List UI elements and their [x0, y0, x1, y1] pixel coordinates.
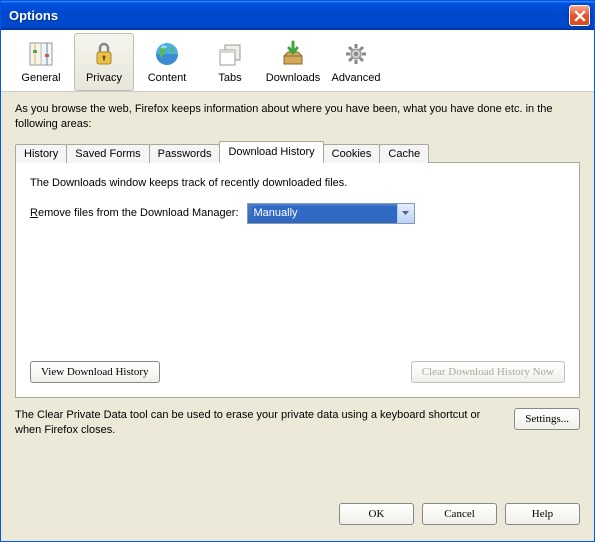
dialog-buttons: OK Cancel Help: [1, 491, 594, 541]
clear-private-data-row: The Clear Private Data tool can be used …: [15, 398, 580, 438]
remove-files-label: Remove files from the Download Manager:: [30, 207, 239, 219]
panel-footer: View Download History Clear Download His…: [30, 361, 565, 383]
general-icon: [25, 38, 57, 70]
tab-history[interactable]: History: [15, 144, 67, 163]
window-title: Options: [9, 8, 569, 23]
close-icon: [574, 10, 586, 22]
remove-files-row: Remove files from the Download Manager: …: [30, 203, 565, 224]
downloads-icon: [277, 38, 309, 70]
category-toolbar: General Privacy Content Tabs Downloads: [1, 30, 594, 92]
ok-button[interactable]: OK: [339, 503, 414, 525]
settings-button[interactable]: Settings...: [514, 408, 580, 430]
tab-cookies[interactable]: Cookies: [323, 144, 381, 163]
toolbar-advanced[interactable]: Advanced: [326, 33, 386, 91]
download-history-panel: The Downloads window keeps track of rece…: [15, 162, 580, 398]
tab-cache[interactable]: Cache: [379, 144, 429, 163]
intro-text: As you browse the web, Firefox keeps inf…: [15, 102, 580, 132]
tab-saved-forms[interactable]: Saved Forms: [66, 144, 149, 163]
privacy-tabs: History Saved Forms Passwords Download H…: [15, 142, 580, 163]
toolbar-general[interactable]: General: [11, 33, 71, 91]
titlebar: Options: [1, 1, 594, 30]
privacy-icon: [88, 38, 120, 70]
content-icon: [151, 38, 183, 70]
tab-download-history[interactable]: Download History: [219, 141, 323, 163]
toolbar-general-label: General: [21, 72, 60, 84]
chevron-down-icon: [397, 204, 414, 223]
toolbar-downloads[interactable]: Downloads: [263, 33, 323, 91]
remove-files-select[interactable]: Manually: [247, 203, 415, 224]
help-button[interactable]: Help: [505, 503, 580, 525]
toolbar-tabs[interactable]: Tabs: [200, 33, 260, 91]
clear-private-data-note: The Clear Private Data tool can be used …: [15, 408, 504, 438]
toolbar-downloads-label: Downloads: [266, 72, 320, 84]
toolbar-privacy[interactable]: Privacy: [74, 33, 134, 91]
close-button[interactable]: [569, 5, 590, 26]
options-window: Options General Privacy Content: [0, 0, 595, 542]
toolbar-advanced-label: Advanced: [332, 72, 381, 84]
toolbar-content[interactable]: Content: [137, 33, 197, 91]
select-value: Manually: [252, 206, 397, 220]
tab-passwords[interactable]: Passwords: [149, 144, 221, 163]
toolbar-content-label: Content: [148, 72, 187, 84]
tabs-icon: [214, 38, 246, 70]
view-download-history-button[interactable]: View Download History: [30, 361, 160, 383]
toolbar-tabs-label: Tabs: [218, 72, 241, 84]
content-area: As you browse the web, Firefox keeps inf…: [1, 92, 594, 491]
advanced-icon: [340, 38, 372, 70]
cancel-button[interactable]: Cancel: [422, 503, 497, 525]
clear-download-history-button[interactable]: Clear Download History Now: [411, 361, 565, 383]
panel-description: The Downloads window keeps track of rece…: [30, 177, 565, 189]
toolbar-privacy-label: Privacy: [86, 72, 122, 84]
